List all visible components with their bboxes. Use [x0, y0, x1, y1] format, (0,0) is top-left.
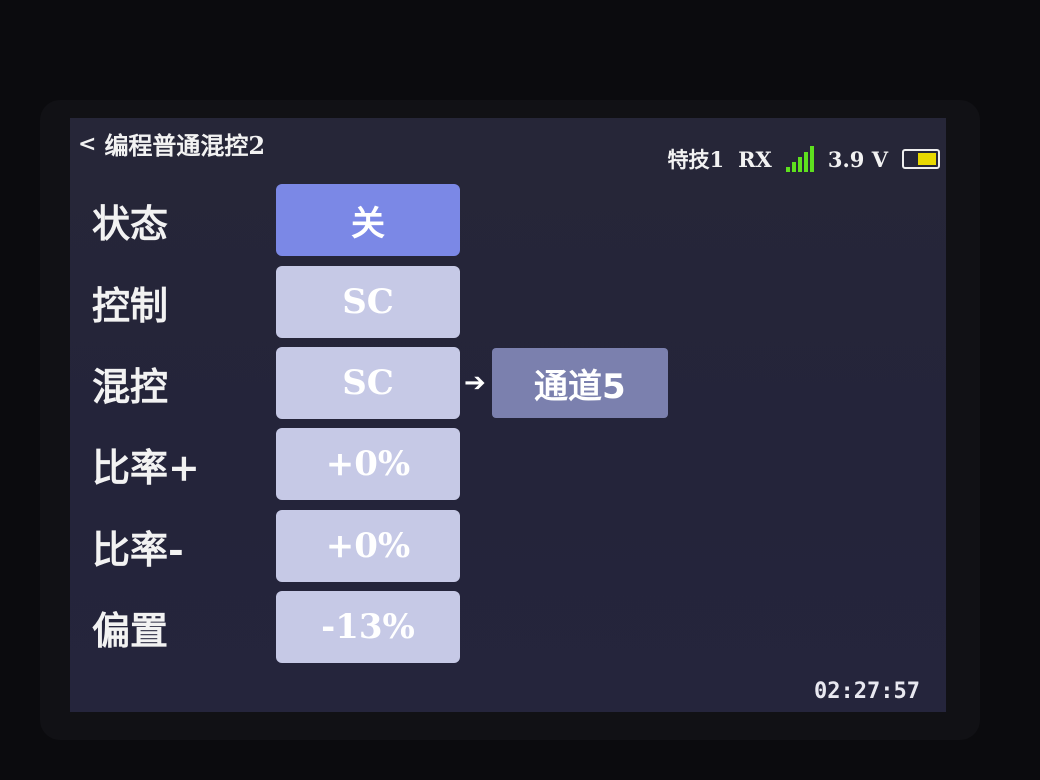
row-label: 偏置 — [92, 607, 169, 653]
mix-target-button[interactable]: 通道5 — [491, 348, 668, 418]
rate-plus-button[interactable]: +0% — [276, 428, 460, 500]
row-rate-plus: 比率+ +0% — [92, 428, 460, 500]
header: < 编程普通混控2 — [78, 126, 265, 161]
row-mix: 混控 SC ➔ 通道5 — [92, 347, 668, 419]
row-label: 状态 — [92, 200, 169, 246]
row-offset: 偏置 -13% — [92, 591, 460, 663]
state-button[interactable]: 关 — [276, 184, 460, 256]
row-rate-minus: 比率- +0% — [92, 510, 460, 582]
mix-source-button[interactable]: SC — [276, 347, 460, 419]
chevron-left-icon[interactable]: < — [78, 131, 96, 157]
screen: < 编程普通混控2 特技1 RX 3.9 V 状态 关 控制 SC 混控 SC … — [70, 118, 946, 712]
status-bar: 特技1 RX 3.9 V — [667, 144, 940, 174]
row-label: 比率- — [92, 526, 184, 572]
row-label: 控制 — [92, 282, 169, 328]
row-label: 比率+ — [92, 444, 200, 490]
page-title: 编程普通混控2 — [104, 131, 266, 160]
rx-label: RX — [738, 146, 772, 172]
row-state: 状态 关 — [92, 184, 460, 256]
rate-minus-button[interactable]: +0% — [276, 510, 460, 582]
arrow-right-icon: ➔ — [464, 368, 486, 398]
battery-icon — [902, 149, 940, 169]
row-label: 混控 — [92, 363, 169, 409]
model-name: 特技1 — [667, 147, 725, 172]
clock: 02:27:57 — [814, 679, 920, 704]
signal-icon — [785, 146, 814, 172]
voltage: 3.9 V — [827, 146, 888, 172]
offset-button[interactable]: -13% — [276, 591, 460, 663]
row-control: 控制 SC — [92, 266, 460, 338]
control-button[interactable]: SC — [276, 266, 460, 338]
